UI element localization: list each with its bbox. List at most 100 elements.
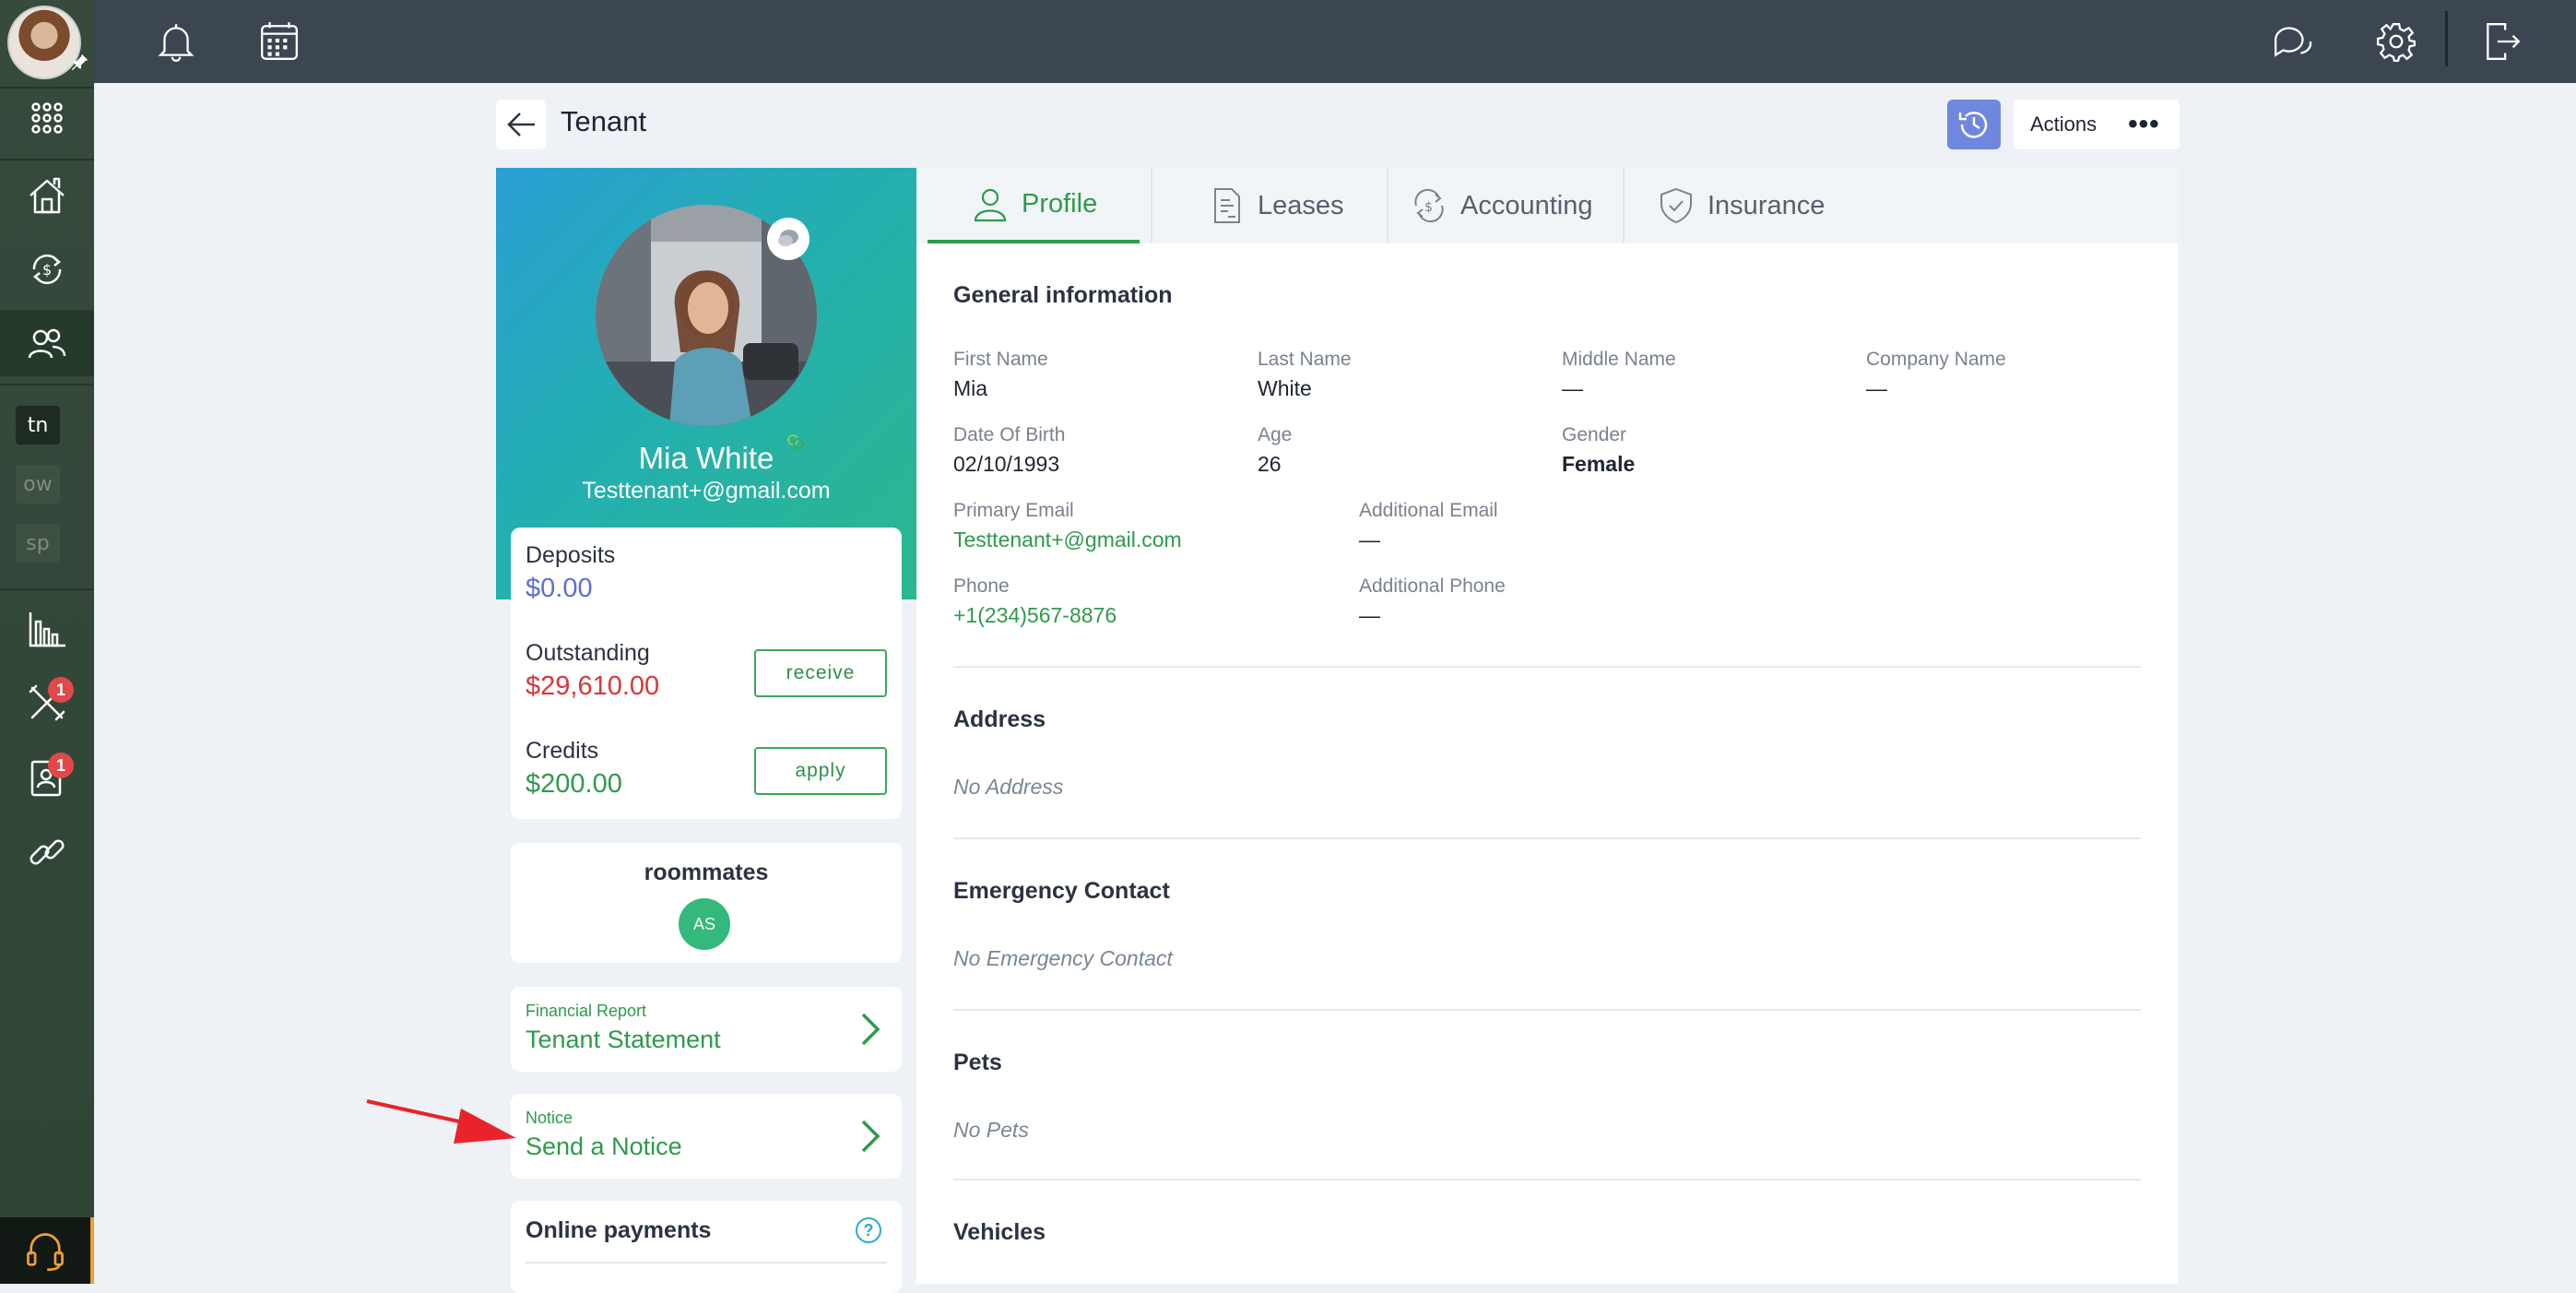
primary-email-value[interactable]: Testtenant+@gmail.com bbox=[953, 528, 1182, 552]
pets-title: Pets bbox=[953, 1050, 1002, 1075]
sidebar-item-accounting[interactable]: $ bbox=[0, 236, 94, 302]
tab-leases[interactable]: Leases bbox=[1208, 168, 1344, 243]
deposits-label: Deposits bbox=[526, 542, 616, 568]
first-name-value: Mia bbox=[953, 376, 988, 400]
emergency-contact-empty: No Emergency Contact bbox=[953, 946, 1173, 970]
age-value: 26 bbox=[1258, 452, 1282, 476]
online-payments-card: Online payments ? bbox=[511, 1201, 902, 1293]
notice-title: Send a Notice bbox=[526, 1133, 682, 1160]
tab-divider bbox=[1623, 168, 1625, 243]
receive-button[interactable]: receive bbox=[754, 649, 887, 697]
pin-icon[interactable] bbox=[70, 52, 90, 72]
history-button[interactable] bbox=[1947, 100, 2001, 149]
tenant-statement-link[interactable]: Financial Report Tenant Statement bbox=[511, 987, 902, 1072]
sidebar-divider bbox=[0, 159, 94, 160]
sidebar-divider bbox=[0, 588, 94, 590]
dob-value: 02/10/1993 bbox=[953, 452, 1060, 476]
photo-chat-button[interactable] bbox=[767, 218, 809, 260]
roommates-card: roommates AS bbox=[511, 843, 902, 963]
headset-icon bbox=[27, 1233, 64, 1272]
document-icon bbox=[1214, 188, 1240, 223]
additional-phone-label: Additional Phone bbox=[1359, 575, 1506, 597]
apply-button[interactable]: apply bbox=[754, 747, 887, 795]
sidebar-tag-service-pros[interactable]: sp bbox=[16, 524, 60, 563]
sidebar-item-apps[interactable] bbox=[0, 85, 94, 151]
vehicles-title: Vehicles bbox=[953, 1219, 1046, 1245]
roommate-avatar[interactable]: AS bbox=[679, 898, 730, 950]
settings-button[interactable] bbox=[2371, 17, 2421, 66]
tab-divider bbox=[1387, 168, 1388, 243]
tab-profile[interactable]: Profile bbox=[928, 168, 1140, 243]
sidebar-item-links[interactable] bbox=[0, 819, 94, 885]
actions-button[interactable]: Actions ••• bbox=[2014, 100, 2180, 149]
balances-card: Deposits $0.00 Outstanding $29,610.00 re… bbox=[511, 528, 902, 819]
last-name-label: Last Name bbox=[1258, 349, 1352, 370]
section-divider bbox=[953, 1009, 2141, 1011]
address-title: Address bbox=[953, 706, 1046, 732]
tab-accounting[interactable]: $ Accounting bbox=[1411, 168, 1593, 243]
logout-button[interactable] bbox=[2476, 17, 2526, 66]
people-icon bbox=[28, 328, 66, 359]
sidebar-item-properties[interactable] bbox=[0, 162, 94, 229]
topbar-divider bbox=[2445, 11, 2448, 66]
tab-leases-label: Leases bbox=[1258, 190, 1344, 220]
linked-account-icon bbox=[787, 434, 804, 449]
tenant-name: Mia White bbox=[638, 441, 774, 475]
sidebar: $ tn ow sp 1 1 bbox=[0, 0, 94, 1284]
house-icon bbox=[30, 177, 65, 214]
outstanding-value: $29,610.00 bbox=[526, 671, 660, 701]
svg-text:$: $ bbox=[42, 261, 52, 279]
first-name-label: First Name bbox=[953, 349, 1048, 370]
section-divider bbox=[953, 837, 2141, 839]
sidebar-item-reports[interactable] bbox=[0, 596, 94, 662]
section-divider bbox=[953, 666, 2141, 668]
address-empty: No Address bbox=[953, 775, 1064, 799]
chat-button[interactable] bbox=[2268, 17, 2318, 66]
middle-name-label: Middle Name bbox=[1562, 349, 1676, 370]
user-icon bbox=[974, 188, 1007, 222]
calendar-icon bbox=[261, 22, 298, 60]
section-divider bbox=[953, 1179, 2141, 1180]
gear-icon bbox=[2376, 23, 2416, 63]
send-notice-link[interactable]: Notice Send a Notice bbox=[511, 1094, 902, 1179]
sidebar-item-tenant-requests[interactable] bbox=[0, 745, 94, 812]
sidebar-item-maintenance[interactable] bbox=[0, 670, 94, 736]
tab-insurance[interactable]: Insurance bbox=[1658, 168, 1825, 243]
dob-label: Date Of Birth bbox=[953, 424, 1066, 445]
support-button[interactable] bbox=[0, 1217, 94, 1284]
outstanding-label: Outstanding bbox=[526, 640, 650, 666]
sidebar-tag-tenants[interactable]: tn bbox=[16, 406, 60, 445]
calendar-button[interactable] bbox=[254, 17, 304, 66]
help-icon[interactable]: ? bbox=[856, 1217, 881, 1243]
roommates-title: roommates bbox=[644, 860, 769, 885]
bar-chart-icon bbox=[29, 612, 65, 647]
company-name-label: Company Name bbox=[1866, 349, 2006, 370]
more-options-icon: ••• bbox=[2128, 109, 2160, 139]
arrow-left-icon bbox=[507, 113, 535, 136]
bell-icon bbox=[158, 24, 195, 63]
pets-empty: No Pets bbox=[953, 1118, 1029, 1142]
maintenance-badge: 1 bbox=[48, 677, 74, 703]
notifications-button[interactable] bbox=[151, 17, 201, 66]
statement-title: Tenant Statement bbox=[526, 1026, 721, 1053]
last-name-value: White bbox=[1258, 376, 1312, 400]
phone-value[interactable]: +1(234)567-8876 bbox=[953, 603, 1117, 628]
profile-content bbox=[916, 243, 2178, 1284]
additional-phone-value: — bbox=[1359, 603, 1380, 627]
statement-category: Financial Report bbox=[526, 1002, 647, 1020]
back-button[interactable] bbox=[496, 100, 546, 149]
actions-label: Actions bbox=[2030, 113, 2097, 136]
sidebar-item-people[interactable] bbox=[0, 310, 94, 376]
sidebar-tag-owners[interactable]: ow bbox=[16, 465, 60, 504]
tenant-email[interactable]: Testtenant+@gmail.com bbox=[496, 478, 916, 504]
tab-accounting-label: Accounting bbox=[1460, 190, 1593, 220]
company-name-value: — bbox=[1866, 376, 1887, 400]
phone-label: Phone bbox=[953, 575, 1010, 597]
svg-text:$: $ bbox=[1424, 200, 1433, 215]
link-icon bbox=[30, 839, 65, 865]
tab-profile-label: Profile bbox=[1022, 188, 1098, 219]
credits-label: Credits bbox=[526, 738, 599, 764]
general-info-title: General information bbox=[953, 282, 1173, 308]
tab-bar: Profile Leases $ Accounting Insurance bbox=[916, 168, 2178, 243]
money-cycle-icon: $ bbox=[32, 254, 62, 285]
